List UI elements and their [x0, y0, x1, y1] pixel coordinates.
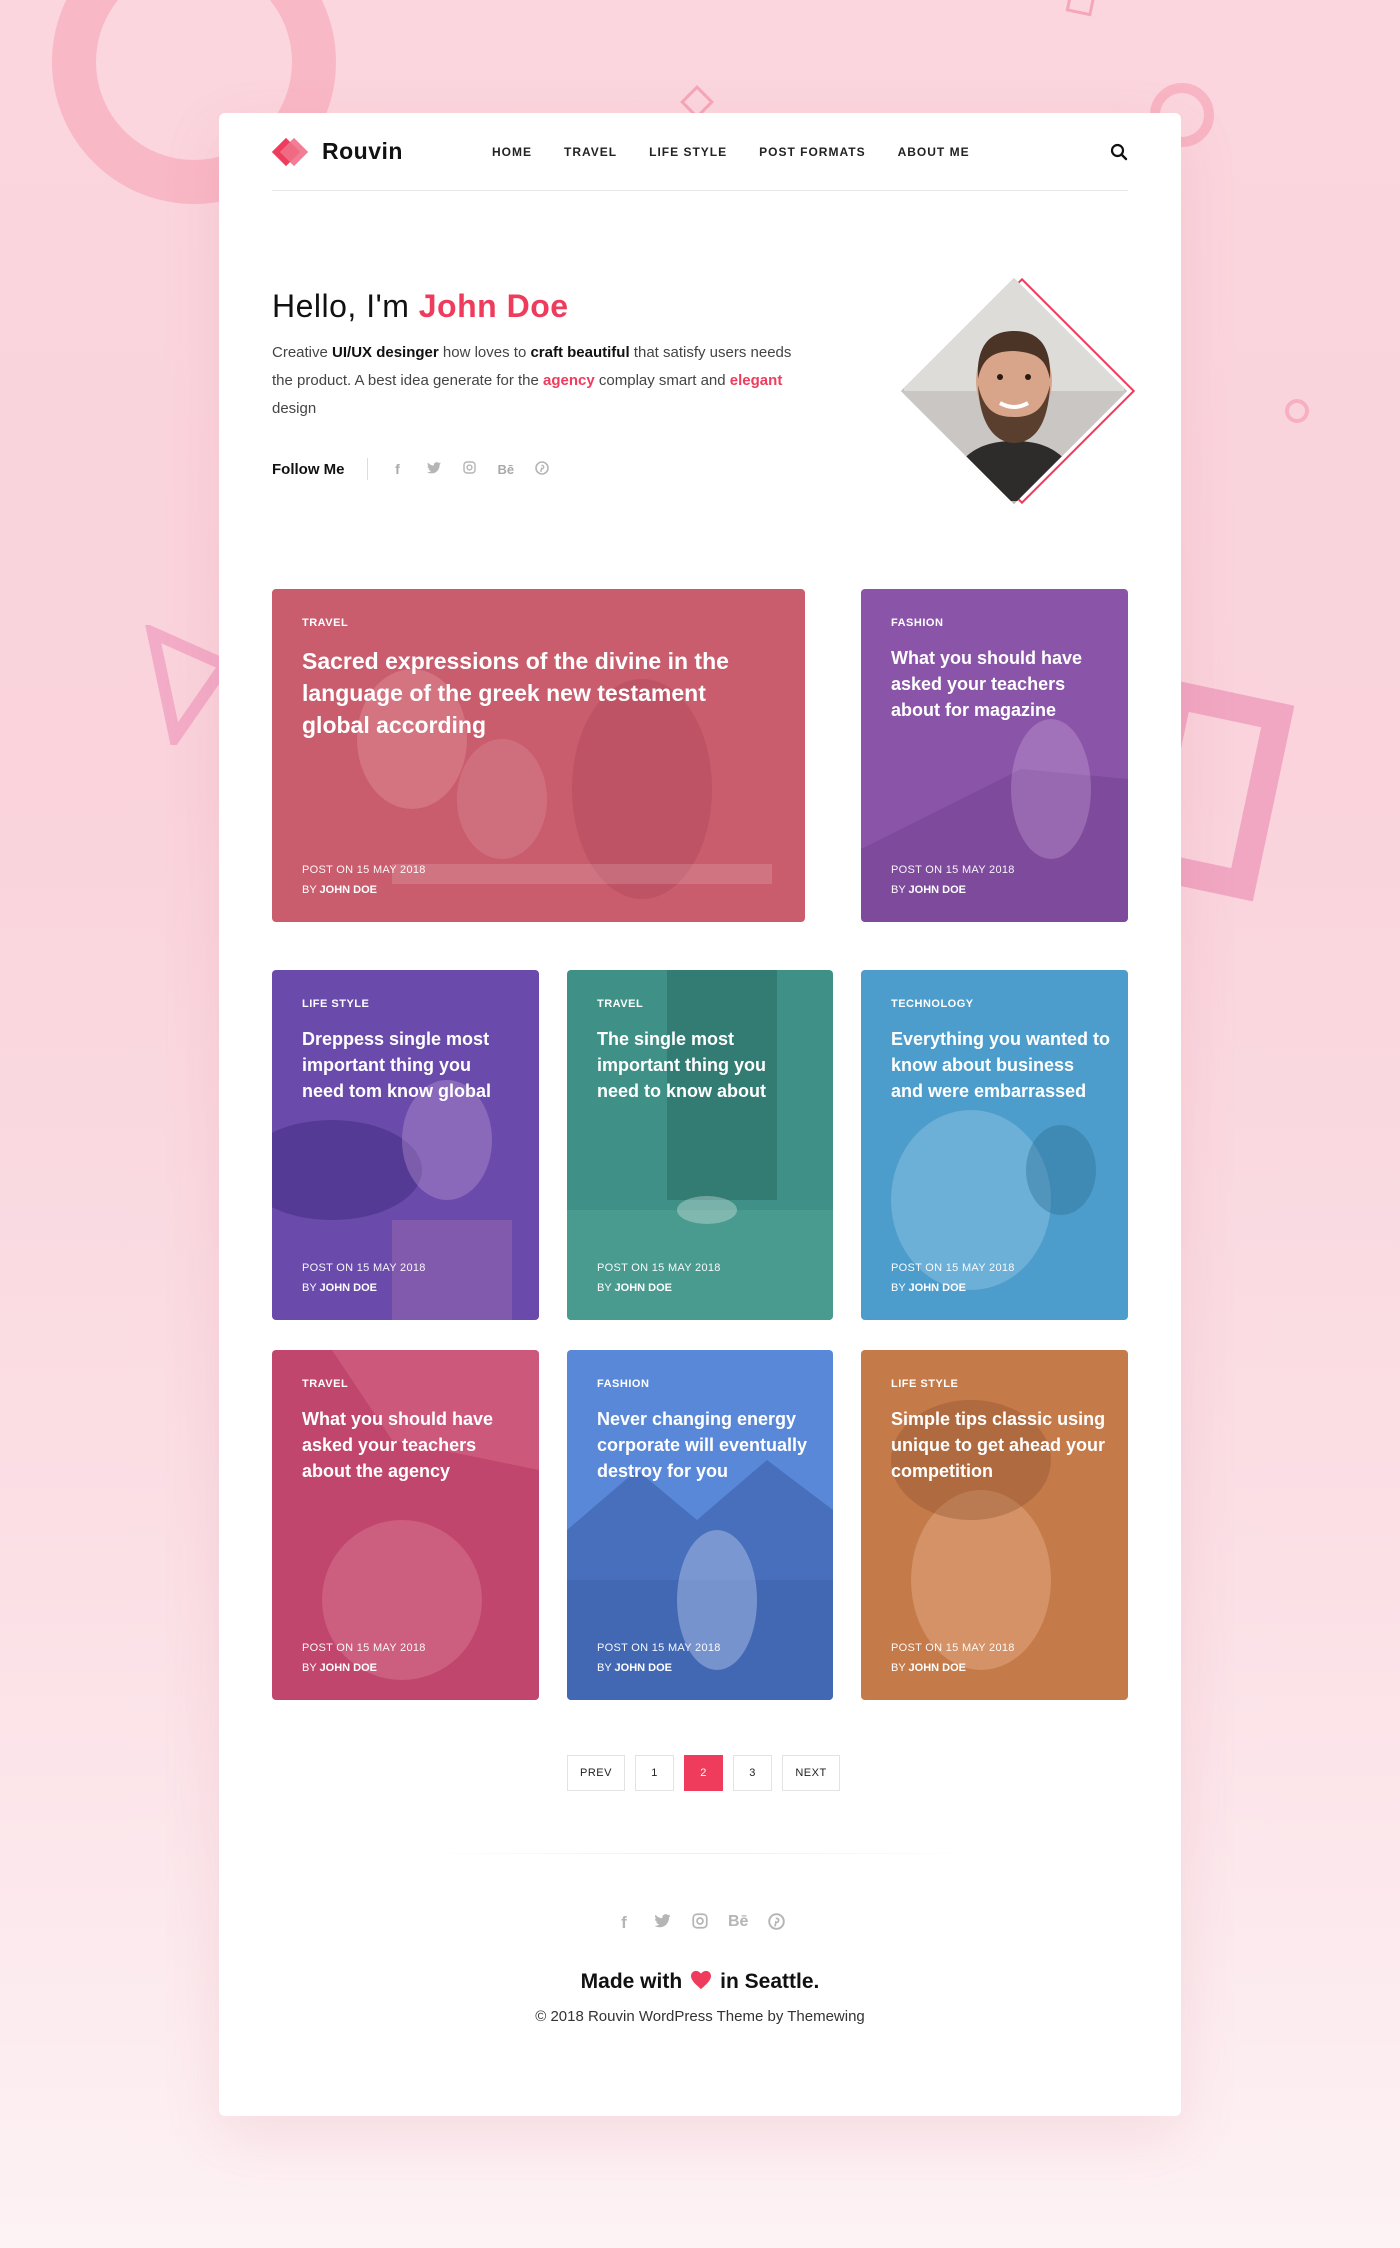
copyright: © 2018 Rouvin WordPress Theme by Themewi…: [535, 2008, 865, 2025]
post-title[interactable]: What you should have asked your teachers…: [891, 645, 1101, 723]
divider: [419, 1853, 979, 1854]
pinterest-icon[interactable]: [766, 1913, 786, 1935]
post-author: BY JOHN DOE: [302, 1662, 378, 1674]
post-card[interactable]: TECHNOLOGY Everything you wanted to know…: [861, 970, 1128, 1320]
nav-about-me[interactable]: ABOUT ME: [898, 145, 970, 159]
instagram-icon[interactable]: [690, 1913, 710, 1935]
post-category[interactable]: TRAVEL: [302, 617, 348, 629]
instagram-icon[interactable]: [462, 461, 478, 477]
post-card[interactable]: TRAVEL The single most important thing y…: [567, 970, 833, 1320]
main-nav: HOME TRAVEL LIFE STYLE POST FORMATS ABOU…: [492, 145, 1002, 159]
post-date: POST ON 15 MAY 2018: [891, 864, 1015, 876]
post-card[interactable]: LIFE STYLE Simple tips classic using uni…: [861, 1350, 1128, 1700]
post-card[interactable]: FASHION What you should have asked your …: [861, 589, 1128, 922]
post-category[interactable]: TRAVEL: [302, 1378, 348, 1390]
twitter-icon[interactable]: [426, 461, 442, 477]
post-title[interactable]: The single most important thing you need…: [597, 1026, 812, 1104]
avatar-image: [904, 281, 1124, 501]
post-title[interactable]: Dreppess single most important thing you…: [302, 1026, 517, 1104]
facebook-icon[interactable]: f: [390, 461, 406, 477]
nav-life-style[interactable]: LIFE STYLE: [649, 145, 727, 159]
page-3-button[interactable]: 3: [733, 1755, 772, 1791]
decorative-square: [1065, 0, 1097, 17]
post-author: BY JOHN DOE: [891, 884, 967, 896]
post-date: POST ON 15 MAY 2018: [597, 1642, 721, 1654]
post-date: POST ON 15 MAY 2018: [302, 1642, 426, 1654]
facebook-icon[interactable]: f: [614, 1913, 634, 1935]
nav-home[interactable]: HOME: [492, 145, 532, 159]
decorative-ring-tiny: [1285, 399, 1309, 423]
post-author: BY JOHN DOE: [597, 1282, 673, 1294]
post-date: POST ON 15 MAY 2018: [302, 864, 426, 876]
post-title[interactable]: What you should have asked your teachers…: [302, 1406, 512, 1484]
post-date: POST ON 15 MAY 2018: [891, 1642, 1015, 1654]
twitter-icon[interactable]: [652, 1913, 672, 1935]
page-2-button[interactable]: 2: [684, 1755, 723, 1791]
post-author: BY JOHN DOE: [302, 1282, 378, 1294]
post-category[interactable]: FASHION: [891, 617, 943, 629]
search-icon[interactable]: [1110, 143, 1128, 161]
post-title[interactable]: Never changing energy corporate will eve…: [597, 1406, 812, 1484]
post-category[interactable]: TECHNOLOGY: [891, 998, 974, 1010]
post-card[interactable]: FASHION Never changing energy corporate …: [567, 1350, 833, 1700]
site-header: Rouvin HOME TRAVEL LIFE STYLE POST FORMA…: [271, 113, 1128, 191]
hero-intro: Hello, I'm John Doe Creative UI/UX desin…: [272, 288, 832, 423]
post-title[interactable]: Simple tips classic using unique to get …: [891, 1406, 1111, 1484]
post-category[interactable]: LIFE STYLE: [302, 998, 369, 1010]
post-author: BY JOHN DOE: [891, 1282, 967, 1294]
post-card[interactable]: TRAVEL Sacred expressions of the divine …: [272, 589, 805, 922]
page-card: Rouvin HOME TRAVEL LIFE STYLE POST FORMA…: [219, 113, 1181, 2116]
behance-icon[interactable]: Bē: [498, 462, 515, 477]
footer-social: f Bē: [219, 1913, 1181, 1935]
nav-travel[interactable]: TRAVEL: [564, 145, 617, 159]
post-card[interactable]: TRAVEL What you should have asked your t…: [272, 1350, 539, 1700]
pagination: PREV 1 2 3 NEXT: [567, 1755, 840, 1791]
behance-icon[interactable]: Bē: [728, 1913, 748, 1935]
post-category[interactable]: FASHION: [597, 1378, 649, 1390]
post-title[interactable]: Everything you wanted to know about busi…: [891, 1026, 1111, 1104]
post-date: POST ON 15 MAY 2018: [302, 1262, 426, 1274]
author-portrait: [900, 277, 1136, 505]
follow-label: Follow Me: [272, 460, 345, 478]
made-with-text: Made with in Seattle.: [580, 1970, 820, 1994]
next-button[interactable]: NEXT: [782, 1755, 840, 1791]
nav-post-formats[interactable]: POST FORMATS: [759, 145, 865, 159]
heart-icon: [690, 1970, 712, 1994]
post-card[interactable]: LIFE STYLE Dreppess single most importan…: [272, 970, 539, 1320]
post-author: BY JOHN DOE: [597, 1662, 673, 1674]
divider: [366, 458, 368, 480]
post-date: POST ON 15 MAY 2018: [891, 1262, 1015, 1274]
pinterest-icon[interactable]: [534, 460, 550, 478]
post-author: BY JOHN DOE: [891, 1662, 967, 1674]
post-title[interactable]: Sacred expressions of the divine in the …: [302, 645, 742, 741]
hero-heading: Hello, I'm John Doe: [272, 288, 569, 324]
logo-icon[interactable]: [271, 135, 309, 169]
post-author: BY JOHN DOE: [302, 884, 378, 896]
page-1-button[interactable]: 1: [635, 1755, 674, 1791]
hero-bio: Creative UI/UX desinger how loves to cra…: [272, 344, 792, 417]
post-category[interactable]: TRAVEL: [597, 998, 643, 1010]
site-logo[interactable]: Rouvin: [322, 138, 492, 165]
follow-me: Follow Me f Bē: [272, 458, 570, 480]
prev-button[interactable]: PREV: [567, 1755, 625, 1791]
post-category[interactable]: LIFE STYLE: [891, 1378, 958, 1390]
avatar: [900, 277, 1128, 505]
post-date: POST ON 15 MAY 2018: [597, 1262, 721, 1274]
